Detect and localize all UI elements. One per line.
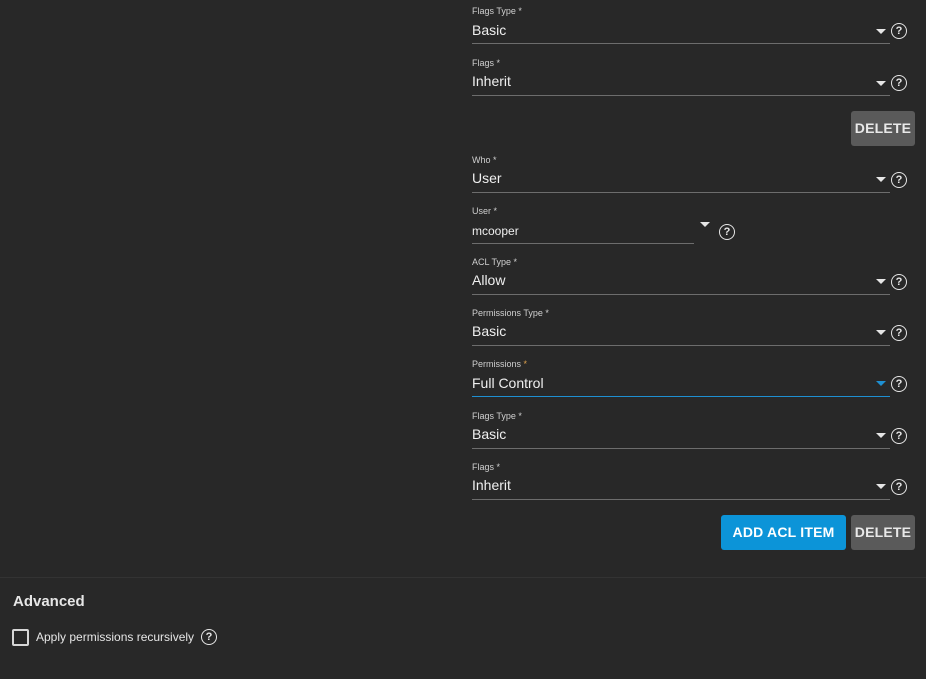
field-label: Flags Type *	[472, 6, 522, 16]
field-label: Flags *	[472, 58, 501, 68]
delete-acl-item-button[interactable]: DELETE	[851, 515, 915, 550]
field-label: Flags *	[472, 462, 501, 472]
field-label: Flags Type *	[472, 411, 522, 421]
acl-editor-page: Flags Type * Basic ? Flags * Inherit ? D…	[0, 0, 926, 679]
delete-acl-item-button[interactable]: DELETE	[851, 111, 915, 146]
chevron-down-icon[interactable]	[876, 433, 886, 438]
checkbox-unchecked-icon[interactable]	[12, 629, 29, 646]
chevron-down-icon[interactable]	[876, 484, 886, 489]
help-icon[interactable]: ?	[891, 428, 907, 444]
permissions-type-select-2[interactable]: Permissions Type * Basic	[472, 308, 912, 348]
user-combobox-2[interactable]: User * mcooper	[472, 206, 712, 246]
field-value: Basic	[472, 426, 507, 442]
field-value: Inherit	[472, 73, 511, 89]
field-underline	[472, 243, 694, 244]
field-underline	[472, 192, 890, 193]
help-icon[interactable]: ?	[891, 376, 907, 392]
help-icon[interactable]: ?	[891, 325, 907, 341]
field-value: Allow	[472, 272, 506, 288]
who-select-2[interactable]: Who * User	[472, 155, 912, 195]
chevron-down-icon[interactable]	[876, 29, 886, 34]
field-value: Basic	[472, 22, 507, 38]
add-acl-item-button[interactable]: ADD ACL ITEM	[721, 515, 846, 550]
help-icon[interactable]: ?	[719, 224, 735, 240]
chevron-down-icon[interactable]	[876, 81, 886, 86]
field-underline-focused	[472, 396, 890, 397]
field-underline	[472, 448, 890, 449]
field-value: Basic	[472, 323, 507, 339]
flags-type-select-2[interactable]: Flags Type * Basic	[472, 411, 912, 451]
help-icon[interactable]: ?	[891, 274, 907, 290]
field-underline	[472, 294, 890, 295]
help-icon[interactable]: ?	[891, 479, 907, 495]
flags-type-select-1[interactable]: Flags Type * Basic	[472, 6, 912, 46]
field-underline	[472, 95, 890, 96]
chevron-down-icon[interactable]	[700, 222, 710, 227]
help-icon[interactable]: ?	[891, 23, 907, 39]
field-label: Permissions *	[472, 359, 528, 369]
field-value: Inherit	[472, 477, 511, 493]
field-underline	[472, 345, 890, 346]
help-icon[interactable]: ?	[201, 629, 217, 645]
field-underline	[472, 499, 890, 500]
section-divider	[0, 577, 926, 578]
user-input[interactable]: mcooper	[472, 224, 519, 238]
field-label: Who *	[472, 155, 497, 165]
field-label: ACL Type *	[472, 257, 518, 267]
advanced-section-title: Advanced	[13, 593, 85, 610]
field-label: Permissions Type *	[472, 308, 549, 318]
chevron-down-icon[interactable]	[876, 330, 886, 335]
apply-recursively-label[interactable]: Apply permissions recursively	[36, 630, 194, 644]
chevron-down-icon[interactable]	[876, 381, 886, 386]
field-value: User	[472, 170, 502, 186]
flags-select-1[interactable]: Flags * Inherit	[472, 58, 912, 98]
flags-select-2[interactable]: Flags * Inherit	[472, 462, 912, 502]
help-icon[interactable]: ?	[891, 172, 907, 188]
acl-type-select-2[interactable]: ACL Type * Allow	[472, 257, 912, 297]
chevron-down-icon[interactable]	[876, 177, 886, 182]
field-value: Full Control	[472, 375, 544, 391]
help-icon[interactable]: ?	[891, 75, 907, 91]
permissions-select-2[interactable]: Permissions * Full Control	[472, 359, 912, 399]
chevron-down-icon[interactable]	[876, 279, 886, 284]
field-underline	[472, 43, 890, 44]
field-label: User *	[472, 206, 498, 216]
